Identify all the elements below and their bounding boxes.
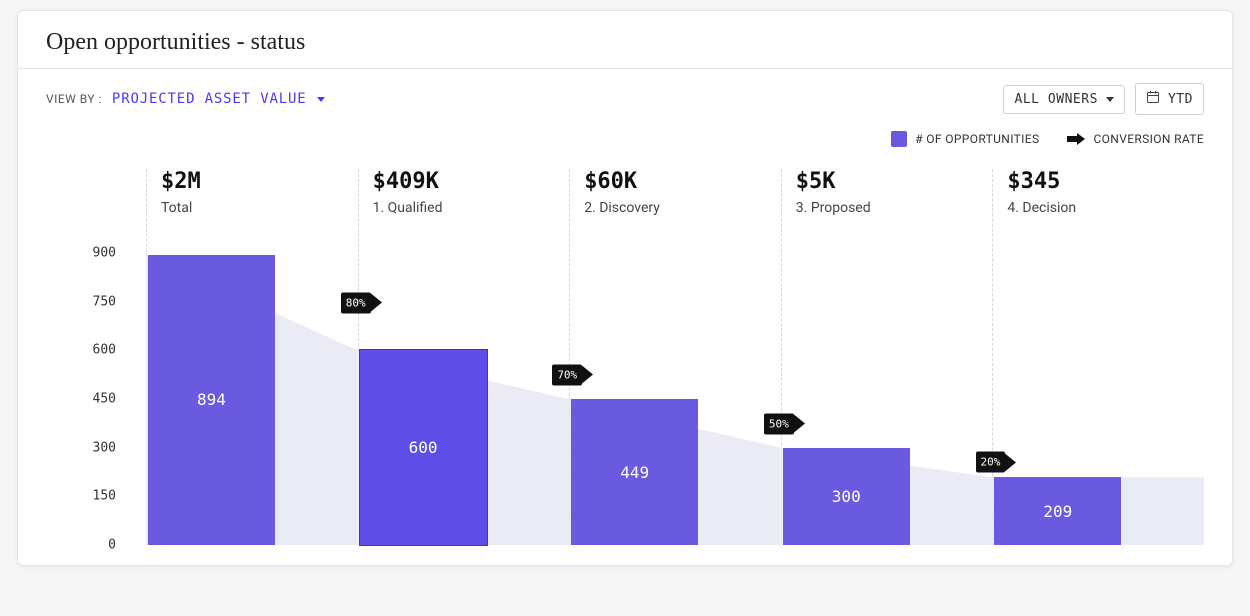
- y-tick: 750: [93, 294, 116, 309]
- arrow-right-icon: [1005, 453, 1016, 471]
- arrow-right-icon: [582, 366, 593, 384]
- stage-name: 2. Discovery: [584, 200, 781, 216]
- viewby-label: VIEW BY :: [46, 92, 102, 106]
- conversion-badge: 20%: [976, 452, 1017, 473]
- stage-amount: $409K: [373, 169, 570, 194]
- stage-amount: $2M: [161, 169, 358, 194]
- stage-cell: 209: [992, 253, 1204, 545]
- stage-name: 4. Decision: [1007, 200, 1204, 216]
- stage-name: 1. Qualified: [373, 200, 570, 216]
- chevron-down-icon: [317, 97, 325, 102]
- arrow-right-icon: [371, 294, 382, 312]
- bar[interactable]: 209: [994, 477, 1121, 545]
- page-title: Open opportunities - status: [18, 11, 1232, 69]
- stage-amount: $5K: [796, 169, 993, 194]
- owners-filter[interactable]: ALL OWNERS: [1003, 85, 1124, 114]
- period-filter-label: YTD: [1168, 92, 1193, 107]
- conversion-badge: 70%: [552, 364, 593, 385]
- stage-name: Total: [161, 200, 358, 216]
- period-filter[interactable]: YTD: [1135, 83, 1204, 115]
- chevron-down-icon: [1106, 97, 1114, 102]
- stage-cell: 60070%: [358, 253, 570, 545]
- viewby-value: PROJECTED ASSET VALUE: [112, 91, 307, 107]
- stage-divider: [781, 169, 782, 545]
- legend-item-opportunities: # OF OPPORTUNITIES: [891, 131, 1039, 147]
- conversion-badge: 50%: [764, 413, 805, 434]
- conversion-badge: 80%: [341, 292, 382, 313]
- viewby-select[interactable]: PROJECTED ASSET VALUE: [112, 91, 325, 107]
- y-axis: 0150300450600750900: [46, 253, 146, 545]
- stage-amount: $60K: [584, 169, 781, 194]
- stage-divider: [569, 169, 570, 545]
- y-tick: 600: [93, 343, 116, 358]
- arrow-right-icon: [1067, 132, 1085, 146]
- stage-divider: [358, 169, 359, 545]
- y-tick: 900: [93, 246, 116, 261]
- y-tick: 450: [93, 392, 116, 407]
- stage-amount: $345: [1007, 169, 1204, 194]
- stage-header: $2M Total: [146, 169, 358, 216]
- plot-area: 89480%60070%44950%30020%209: [146, 253, 1204, 545]
- toolbar: VIEW BY : PROJECTED ASSET VALUE ALL OWNE…: [18, 69, 1232, 115]
- legend-item-conversion: CONVERSION RATE: [1067, 131, 1204, 147]
- y-tick: 150: [93, 489, 116, 504]
- legend-label: # OF OPPORTUNITIES: [915, 132, 1039, 146]
- legend: # OF OPPORTUNITIES CONVERSION RATE: [18, 115, 1232, 147]
- stage-divider: [992, 169, 993, 545]
- bar-value: 449: [620, 463, 649, 482]
- conversion-value: 70%: [552, 364, 582, 385]
- bar-value: 894: [197, 390, 226, 409]
- owners-filter-label: ALL OWNERS: [1014, 92, 1097, 107]
- stage-cell: 89480%: [146, 253, 358, 545]
- y-tick: 0: [108, 538, 116, 553]
- bar[interactable]: 894: [148, 255, 275, 545]
- bar[interactable]: 300: [783, 448, 910, 545]
- y-tick: 300: [93, 440, 116, 455]
- stage-name: 3. Proposed: [796, 200, 993, 216]
- funnel-chart: $2M Total $409K 1. Qualified $60K 2. Discover…: [46, 169, 1204, 545]
- conversion-value: 20%: [976, 452, 1006, 473]
- stage-cell: 44950%: [569, 253, 781, 545]
- legend-swatch-icon: [891, 131, 907, 147]
- bar[interactable]: 600: [360, 350, 487, 545]
- stage-header: $60K 2. Discovery: [569, 169, 781, 216]
- bar-value: 300: [832, 487, 861, 506]
- bar-value: 209: [1043, 502, 1072, 521]
- stage-divider: [146, 169, 147, 545]
- bar[interactable]: 449: [571, 399, 698, 545]
- arrow-right-icon: [794, 415, 805, 433]
- calendar-icon: [1146, 90, 1160, 108]
- legend-label: CONVERSION RATE: [1093, 132, 1204, 146]
- bar-value: 600: [409, 438, 438, 457]
- stage-header: $345 4. Decision: [992, 169, 1204, 216]
- conversion-value: 80%: [341, 292, 371, 313]
- conversion-value: 50%: [764, 413, 794, 434]
- stage-header: $409K 1. Qualified: [358, 169, 570, 216]
- opportunities-card: Open opportunities - status VIEW BY : PR…: [17, 10, 1233, 566]
- stage-cell: 30020%: [781, 253, 993, 545]
- stage-header: $5K 3. Proposed: [781, 169, 993, 216]
